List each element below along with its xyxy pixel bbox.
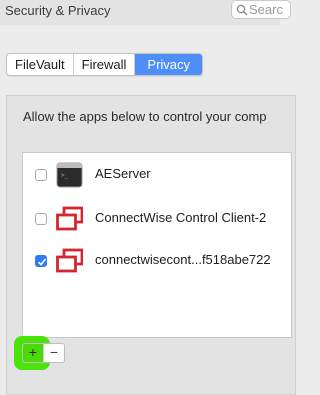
terminal-app-icon: >_ <box>56 162 83 188</box>
window-title: Security & Privacy <box>5 3 111 18</box>
tab-filevault[interactable]: FileVault <box>7 54 74 75</box>
tab-firewall[interactable]: Firewall <box>74 54 136 75</box>
connectwise-icon <box>56 248 83 273</box>
checkmark-icon <box>37 258 47 266</box>
app-label: connectwisecont...f518abe722 <box>95 252 271 267</box>
remove-button[interactable]: − <box>43 344 64 362</box>
app-checkbox-checked[interactable] <box>35 255 47 267</box>
app-checkbox[interactable] <box>35 213 47 225</box>
search-placeholder: Searc <box>249 2 283 17</box>
list-controls: + − <box>22 343 65 363</box>
app-label: AEServer <box>95 166 151 181</box>
tab-bar: FileVault Firewall Privacy <box>6 53 204 76</box>
app-label: ConnectWise Control Client-2 <box>95 210 267 225</box>
list-item: connectwisecont...f518abe722 <box>23 239 293 281</box>
app-checkbox[interactable] <box>35 169 47 181</box>
add-button[interactable]: + <box>23 344 43 362</box>
connectwise-icon <box>56 206 83 231</box>
list-item: >_ AEServer <box>23 153 293 195</box>
search-field[interactable]: Searc <box>231 0 291 19</box>
list-item: ConnectWise Control Client-2 <box>23 197 293 239</box>
search-icon <box>236 4 248 16</box>
window-titlebar: Security & Privacy Searc <box>0 0 291 25</box>
app-list: >_ AEServer ConnectWise Control Client-2… <box>22 152 292 338</box>
privacy-description: Allow the apps below to control your com… <box>23 109 267 124</box>
svg-text:>_: >_ <box>61 172 69 179</box>
tab-privacy[interactable]: Privacy <box>135 54 203 75</box>
